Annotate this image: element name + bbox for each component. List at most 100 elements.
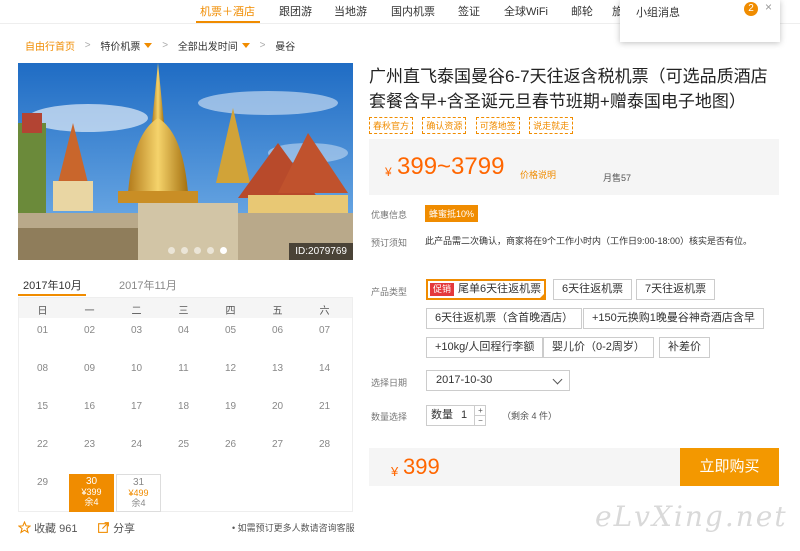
- calendar-tabs: 2017年10月 2017年11月: [18, 270, 353, 296]
- carousel-dot[interactable]: [181, 247, 188, 254]
- calendar-day: 18: [177, 401, 190, 412]
- favorite-count: 961: [59, 523, 78, 535]
- tab-november[interactable]: 2017年11月: [119, 277, 177, 293]
- price-range: 399~3799: [397, 153, 505, 180]
- calendar-weekday-header: 日 一 二 三 四 五 六: [19, 298, 352, 318]
- type-option[interactable]: 婴儿价（0-2周岁）: [543, 337, 654, 358]
- currency-symbol: ¥: [385, 165, 392, 179]
- checkmark-icon: [538, 292, 546, 300]
- calendar-day: 13: [271, 363, 284, 374]
- nav-item-group-tour[interactable]: 跟团游: [279, 3, 312, 19]
- weekday-label: 六: [319, 306, 330, 317]
- calendar-day: 29: [36, 477, 49, 488]
- weekday-label: 五: [272, 306, 283, 317]
- calendar-day-selected[interactable]: 30 ¥399 余4: [69, 474, 114, 512]
- calendar-day: 05: [224, 325, 237, 336]
- type-option[interactable]: 6天往返机票（含首晚酒店）: [426, 308, 583, 329]
- calendar-day: 19: [224, 401, 237, 412]
- quantity-value[interactable]: 1: [461, 406, 467, 425]
- type-option[interactable]: 补差价: [659, 337, 710, 358]
- weekday-label: 二: [131, 306, 142, 317]
- weekday-label: 四: [225, 306, 236, 317]
- nav-item-wifi[interactable]: 全球WiFi: [504, 3, 548, 19]
- close-icon[interactable]: ×: [765, 0, 772, 14]
- nav-item-flight-hotel[interactable]: 机票＋酒店: [200, 3, 255, 19]
- date-select-label: 选择日期: [371, 378, 408, 388]
- breadcrumb-cheap-flights[interactable]: 特价机票: [100, 38, 140, 53]
- date-select[interactable]: 2017-10-30: [426, 370, 570, 391]
- calendar-day: 26: [224, 439, 237, 450]
- product-tag: 说走就走: [529, 117, 574, 134]
- weekday-label: 三: [178, 306, 189, 317]
- booking-notice-label: 预订须知: [371, 238, 408, 248]
- carousel-dot-active[interactable]: [220, 247, 227, 254]
- monthly-sales: 月售57: [603, 173, 632, 183]
- weekday-label: 日: [37, 306, 48, 317]
- breadcrumb: 自由行首页 > 特价机票 > 全部出发时间 > 曼谷: [25, 38, 295, 53]
- calendar-day: 25: [177, 439, 190, 450]
- customer-service-hint: • 如需预订更多人数请咨询客服: [232, 523, 355, 533]
- breadcrumb-separator: >: [84, 40, 91, 51]
- breadcrumb-separator: >: [259, 40, 266, 51]
- tab-october[interactable]: 2017年10月: [23, 277, 82, 293]
- product-photo[interactable]: ID:2079769: [18, 63, 353, 260]
- nav-active-underline: [196, 21, 260, 23]
- nav-item-domestic-flight[interactable]: 国内机票: [391, 3, 435, 19]
- group-message-popup: 小组消息 2 ×: [620, 0, 780, 42]
- quantity-minus-button[interactable]: −: [474, 416, 486, 426]
- type-option-selected[interactable]: 促销 尾单6天往返机票: [426, 279, 546, 300]
- quantity-field-label: 数量: [431, 409, 453, 421]
- product-tags: 春秋官方 确认资源 可落地签 说走就走: [369, 117, 579, 134]
- product-tag: 春秋官方: [369, 117, 414, 134]
- type-option-label: 尾单6天往返机票: [458, 283, 542, 295]
- weekday-label: 一: [84, 306, 95, 317]
- share-icon: [98, 522, 109, 533]
- favorite-button[interactable]: 收藏 961: [17, 520, 78, 536]
- calendar-day-price: ¥399: [81, 487, 102, 497]
- breadcrumb-home[interactable]: 自由行首页: [25, 38, 75, 53]
- calendar-day-price: ¥499: [128, 488, 149, 498]
- calendar-day: 02: [83, 325, 96, 336]
- type-option[interactable]: +10kg/人回程行李额: [426, 337, 544, 358]
- quantity-label: 数量选择: [371, 412, 408, 422]
- calendar-day: 09: [83, 363, 96, 374]
- calendar-day: 27: [271, 439, 284, 450]
- product-type-label: 产品类型: [371, 287, 408, 297]
- calendar-day: 11: [178, 363, 189, 374]
- chevron-down-icon[interactable]: [241, 43, 250, 48]
- quantity-plus-button[interactable]: +: [474, 406, 486, 416]
- remaining-stock: （剩余 4 件）: [502, 411, 558, 421]
- type-option[interactable]: +150元换购1晚曼谷神奇酒店含早: [583, 308, 764, 329]
- share-label: 分享: [113, 523, 136, 535]
- group-message-label[interactable]: 小组消息: [636, 4, 680, 20]
- calendar-day: 28: [318, 439, 331, 450]
- carousel-dot[interactable]: [168, 247, 175, 254]
- nav-item-cruise[interactable]: 邮轮: [571, 3, 593, 19]
- breadcrumb-departure-time[interactable]: 全部出发时间: [178, 38, 238, 53]
- carousel-dot[interactable]: [207, 247, 214, 254]
- calendar-day: 07: [318, 325, 331, 336]
- carousel-dot[interactable]: [194, 247, 201, 254]
- nav-item-visa[interactable]: 签证: [458, 3, 480, 19]
- chevron-down-icon[interactable]: [144, 43, 153, 48]
- quantity-stepper[interactable]: 数量 1 + −: [426, 405, 486, 426]
- calendar-day: 12: [224, 363, 237, 374]
- type-option[interactable]: 7天往返机票: [636, 279, 716, 300]
- calendar-day: 04: [177, 325, 190, 336]
- calendar-day: 20: [271, 401, 284, 412]
- price-note-link[interactable]: 价格说明: [520, 168, 556, 181]
- calendar-day: 17: [130, 401, 143, 412]
- photo-id-label: ID:2079769: [289, 243, 353, 260]
- share-button[interactable]: 分享: [97, 520, 135, 536]
- buy-now-button[interactable]: 立即购买: [680, 448, 779, 486]
- nav-item-local-tour[interactable]: 当地游: [334, 3, 367, 19]
- calendar-day: 01: [36, 325, 49, 336]
- type-option[interactable]: 6天往返机票: [553, 279, 633, 300]
- calendar-day-number: 31: [132, 477, 145, 488]
- date-select-value: 2017-10-30: [436, 374, 493, 386]
- departure-calendar: 日 一 二 三 四 五 六 01 02 03 04 05 06 07 08 09…: [18, 297, 353, 512]
- calendar-day: 06: [271, 325, 284, 336]
- calendar-day: 15: [36, 401, 49, 412]
- product-title: 广州直飞泰国曼谷6-7天往返含税机票（可选品质酒店套餐含早+含圣诞元旦春节班期+…: [369, 67, 768, 111]
- calendar-day-available[interactable]: 31 ¥499 余4: [116, 474, 161, 512]
